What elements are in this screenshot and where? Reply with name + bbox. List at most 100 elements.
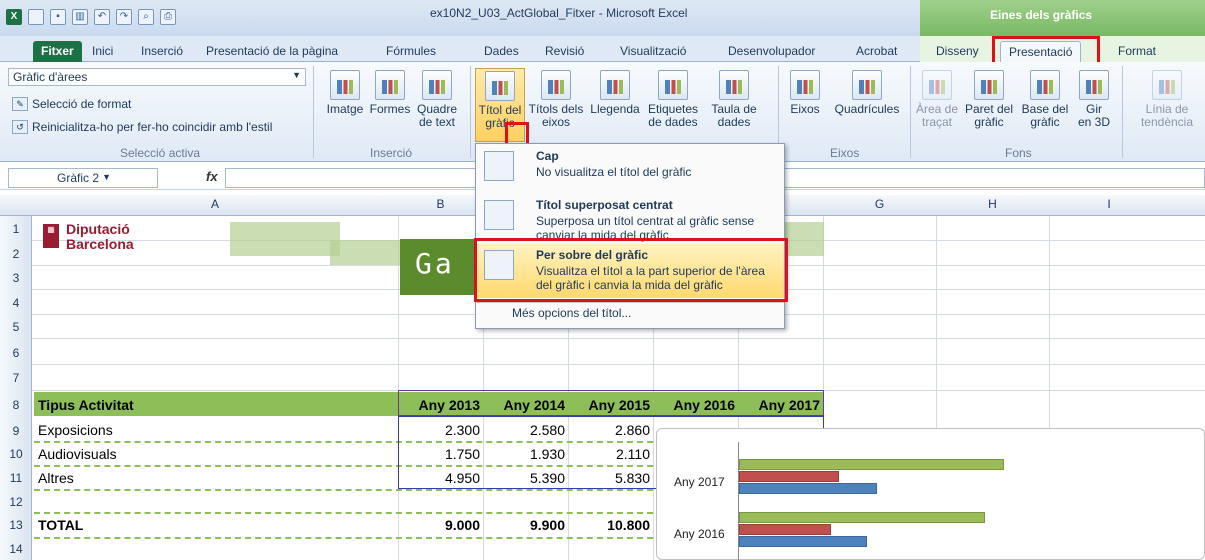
overlay-title-icon (484, 200, 514, 230)
name-box[interactable]: Gràfic 2 ▼ (8, 168, 158, 188)
insert-image-button[interactable]: Imatge (322, 70, 368, 116)
chart-wall-button[interactable]: Paret del gràfic (962, 70, 1016, 129)
insert-shapes-button[interactable]: Formes (368, 70, 412, 116)
redo-icon[interactable]: ↷ (116, 9, 132, 25)
axes-button[interactable]: Eixos (784, 70, 826, 116)
chevron-down-icon: ▼ (102, 172, 111, 182)
separator (313, 66, 314, 158)
col-header-a[interactable]: A (32, 197, 398, 211)
trendline-button[interactable]: Línia de tendència (1136, 70, 1198, 129)
table-cell[interactable]: TOTAL (38, 517, 83, 533)
row-header[interactable]: 14 (0, 542, 32, 556)
table-cell[interactable]: Exposicions (38, 422, 113, 438)
row-header[interactable]: 3 (0, 271, 32, 285)
tab-home[interactable]: Inici (84, 41, 121, 63)
row-header[interactable]: 1 (0, 222, 32, 236)
tab-data[interactable]: Dades (476, 41, 527, 63)
row-header[interactable]: 7 (0, 371, 32, 385)
row-header[interactable]: 13 (0, 518, 32, 532)
data-labels-button[interactable]: Etiquetes de dades (645, 70, 701, 129)
separator (1122, 66, 1123, 158)
chart-bar-exposicions-2017[interactable] (739, 483, 877, 494)
row-header[interactable]: 5 (0, 320, 32, 334)
group-label-active-selection: Selecció activa (120, 146, 201, 160)
diputacio-logo-icon: ▦ (43, 224, 59, 248)
chart-element-selector[interactable]: Gràfic d'àrees ▼ (8, 68, 306, 86)
chart-icon[interactable]: ▥ (72, 9, 88, 25)
col-header-b[interactable]: B (398, 197, 483, 211)
tab-acrobat[interactable]: Acrobat (848, 41, 905, 63)
chart-bar-audiovisuals-2017[interactable] (739, 471, 839, 482)
row-header[interactable]: 10 (0, 447, 32, 461)
data-labels-icon (658, 70, 688, 100)
legend-button[interactable]: Llegenda (587, 70, 643, 116)
tab-developer[interactable]: Desenvolupador (720, 41, 823, 63)
row-header[interactable]: 4 (0, 296, 32, 310)
gridline (398, 216, 399, 560)
row-header[interactable]: 11 (0, 471, 32, 485)
chart-tools-title: Eines dels gràfics (990, 8, 1093, 22)
excel-icon[interactable]: X (6, 9, 22, 25)
undo-icon[interactable]: ↶ (94, 9, 110, 25)
gridline (32, 338, 1205, 339)
chart-bar-audiovisuals-2016[interactable] (739, 524, 831, 535)
separator (470, 66, 471, 158)
row-header[interactable]: 9 (0, 424, 32, 438)
row-header[interactable]: 6 (0, 346, 32, 360)
tab-formulas[interactable]: Fórmules (378, 41, 444, 63)
row-header[interactable]: 8 (0, 398, 32, 412)
plot-area-button[interactable]: Àrea de traçat (914, 70, 960, 129)
col-header-g[interactable]: G (823, 197, 936, 211)
print-preview-icon[interactable]: ⌕ (138, 9, 154, 25)
chart-bar-altres-2017[interactable] (739, 459, 1004, 470)
legend-icon (600, 70, 630, 100)
insert-textbox-button[interactable]: Quadre de text (412, 70, 462, 129)
menu-item-centered-overlay[interactable]: Títol superposat centrat Superposa un tí… (476, 194, 784, 242)
chart-wall-icon (974, 70, 1004, 100)
quick-print-icon[interactable]: ⎙ (160, 9, 176, 25)
chart-floor-button[interactable]: Base del gràfic (1018, 70, 1072, 129)
tab-design[interactable]: Disseny (928, 41, 987, 63)
chart-title-icon (485, 71, 515, 101)
tab-review[interactable]: Revisió (537, 41, 592, 63)
image-icon (330, 70, 360, 100)
tab-page-layout[interactable]: Presentació de la pàgina (198, 41, 346, 63)
col-header-i[interactable]: I (1049, 197, 1169, 211)
axis-titles-button[interactable]: Títols dels eixos (528, 70, 584, 129)
format-selection-button[interactable]: ✎ Selecció de format (12, 97, 131, 111)
col-header-h[interactable]: H (936, 197, 1049, 211)
table-cell[interactable]: 9.000 (398, 517, 480, 533)
chart-bar-altres-2016[interactable] (739, 512, 985, 523)
decorative-band (230, 222, 340, 256)
reset-style-button[interactable]: ↺ Reinicialitza-ho per fer-ho coincidir a… (12, 120, 272, 134)
trendline-icon (1152, 70, 1182, 100)
gridline (32, 364, 1205, 365)
tab-format[interactable]: Format (1110, 41, 1164, 63)
more-title-options[interactable]: Més opcions del títol... (512, 306, 631, 320)
row-header[interactable]: 2 (0, 247, 32, 261)
tab-insert[interactable]: Inserció (133, 41, 191, 63)
table-cell[interactable]: Altres (38, 470, 74, 486)
table-cell[interactable]: 9.900 (483, 517, 565, 533)
axis-titles-icon (541, 70, 571, 100)
group-label-background: Fons (1005, 146, 1032, 160)
data-table-button[interactable]: Taula de dades (704, 70, 764, 129)
plot-area-icon (922, 70, 952, 100)
header-cell[interactable]: Tipus Activitat (38, 397, 134, 413)
save-icon[interactable]: ▪ (50, 9, 66, 25)
row-header[interactable]: 12 (0, 495, 32, 509)
series-name-range (398, 390, 824, 416)
chart-bar-exposicions-2016[interactable] (739, 536, 867, 547)
menu-item-none[interactable]: Cap No visualitza el títol del gràfic (476, 145, 784, 193)
fx-icon[interactable]: fx (206, 169, 218, 184)
tab-file[interactable]: Fitxer (33, 41, 82, 63)
group-label-axes: Eixos (830, 146, 860, 160)
table-cell[interactable]: Audiovisuals (38, 446, 117, 462)
tab-view[interactable]: Visualització (612, 41, 694, 63)
logo-text: Diputació Barcelona (66, 221, 134, 252)
3d-rotation-button[interactable]: Gir en 3D (1074, 70, 1114, 129)
gridlines-button[interactable]: Quadrícules (828, 70, 906, 116)
new-icon[interactable] (28, 9, 44, 25)
table-cell[interactable]: 10.800 (568, 517, 650, 533)
axes-icon (790, 70, 820, 100)
